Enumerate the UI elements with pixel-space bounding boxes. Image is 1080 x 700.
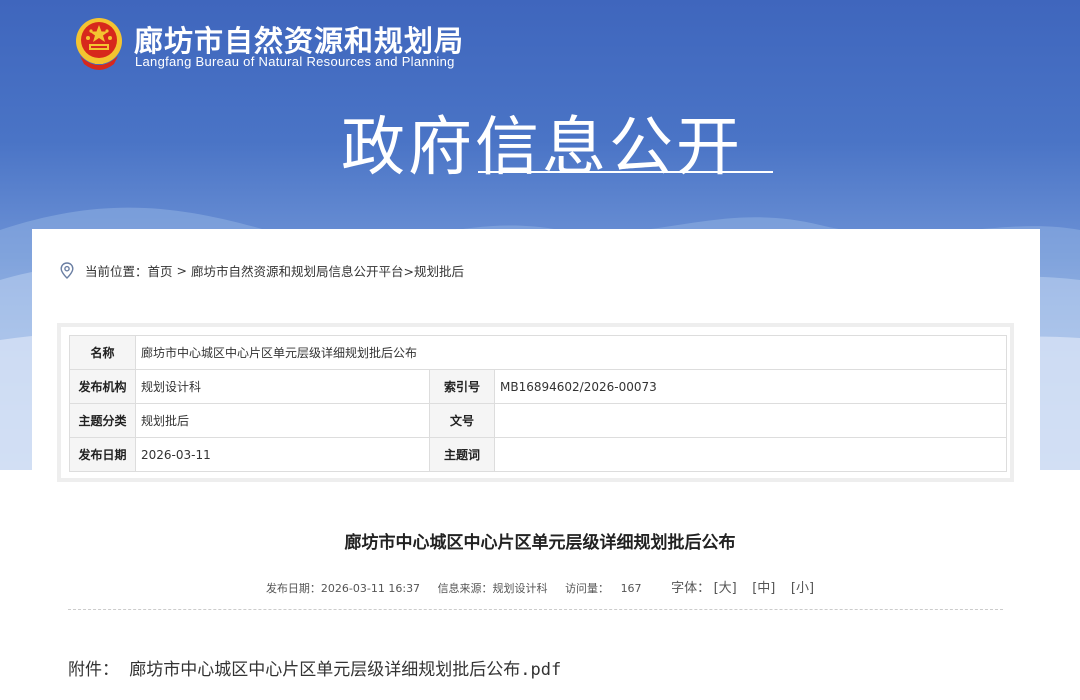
attachment: 附件： 廊坊市中心城区中心片区单元层级详细规划批后公布.pdf — [68, 655, 561, 680]
font-size-label: 字体： — [671, 581, 711, 596]
index-label: 索引号 — [429, 369, 495, 404]
topic-value: 规划批后 — [135, 403, 430, 438]
national-emblem-icon — [76, 18, 122, 70]
visits-count: 167 — [620, 582, 642, 595]
keywords-value — [494, 437, 1007, 472]
content-panel: 当前位置： 首页 > 廊坊市自然资源和规划局信息公开平台 >规划批后 名称 廊坊… — [32, 229, 1040, 700]
hero-underline — [478, 171, 773, 173]
table-row: 发布机构 规划设计科 索引号 MB16894602/2026-00073 — [69, 369, 1007, 404]
publisher-label: 发布机构 — [69, 369, 136, 404]
article-title: 廊坊市中心城区中心片区单元层级详细规划批后公布 — [344, 533, 736, 553]
location-pin-icon — [60, 261, 74, 279]
table-row: 主题分类 规划批后 文号 — [69, 403, 1007, 438]
breadcrumb-home[interactable]: 首页 — [148, 261, 173, 280]
hero-title: 政府信息公开 — [341, 111, 743, 185]
breadcrumb-current[interactable]: >规划批后 — [404, 261, 464, 280]
table-row: 名称 廊坊市中心城区中心片区单元层级详细规划批后公布 — [69, 335, 1007, 370]
breadcrumb-platform[interactable]: 廊坊市自然资源和规划局信息公开平台 — [191, 261, 404, 280]
site-title-english: Langfang Bureau of Natural Resources and… — [135, 54, 455, 69]
date-label: 发布日期 — [69, 437, 136, 472]
font-medium-button[interactable]: [中] — [752, 581, 775, 596]
attachment-link[interactable]: 廊坊市中心城区中心片区单元层级详细规划批后公布.pdf — [129, 660, 561, 680]
docno-label: 文号 — [429, 403, 495, 438]
document-metadata-table: 名称 廊坊市中心城区中心片区单元层级详细规划批后公布 发布机构 规划设计科 索引… — [69, 335, 1007, 472]
index-value: MB16894602/2026-00073 — [494, 369, 1007, 404]
article-meta: 发布日期：2026-03-11 16:37 信息来源：规划设计科 访问量： 16… — [0, 577, 1080, 596]
date-value: 2026-03-11 — [135, 437, 430, 472]
table-row: 发布日期 2026-03-11 主题词 — [69, 437, 1007, 472]
info-source: 信息来源：规划设计科 — [437, 582, 548, 595]
attachment-label: 附件： — [68, 660, 119, 680]
publisher-value: 规划设计科 — [135, 369, 430, 404]
font-small-button[interactable]: [小] — [791, 581, 814, 596]
name-value: 廊坊市中心城区中心片区单元层级详细规划批后公布 — [135, 335, 1007, 370]
keywords-label: 主题词 — [429, 437, 495, 472]
docno-value — [494, 403, 1007, 438]
font-large-button[interactable]: [大] — [714, 581, 737, 596]
visits-label: 访问量： — [565, 582, 610, 595]
divider — [68, 609, 1003, 610]
breadcrumb-prefix: 当前位置： — [85, 263, 148, 279]
topic-label: 主题分类 — [69, 403, 136, 438]
document-metadata-box: 名称 廊坊市中心城区中心片区单元层级详细规划批后公布 发布机构 规划设计科 索引… — [57, 323, 1014, 482]
name-label: 名称 — [69, 335, 136, 370]
publish-date: 发布日期：2026-03-11 16:37 — [265, 582, 421, 595]
breadcrumb-separator: > — [176, 262, 188, 278]
breadcrumb: 当前位置： 首页 > 廊坊市自然资源和规划局信息公开平台 >规划批后 — [60, 260, 464, 280]
